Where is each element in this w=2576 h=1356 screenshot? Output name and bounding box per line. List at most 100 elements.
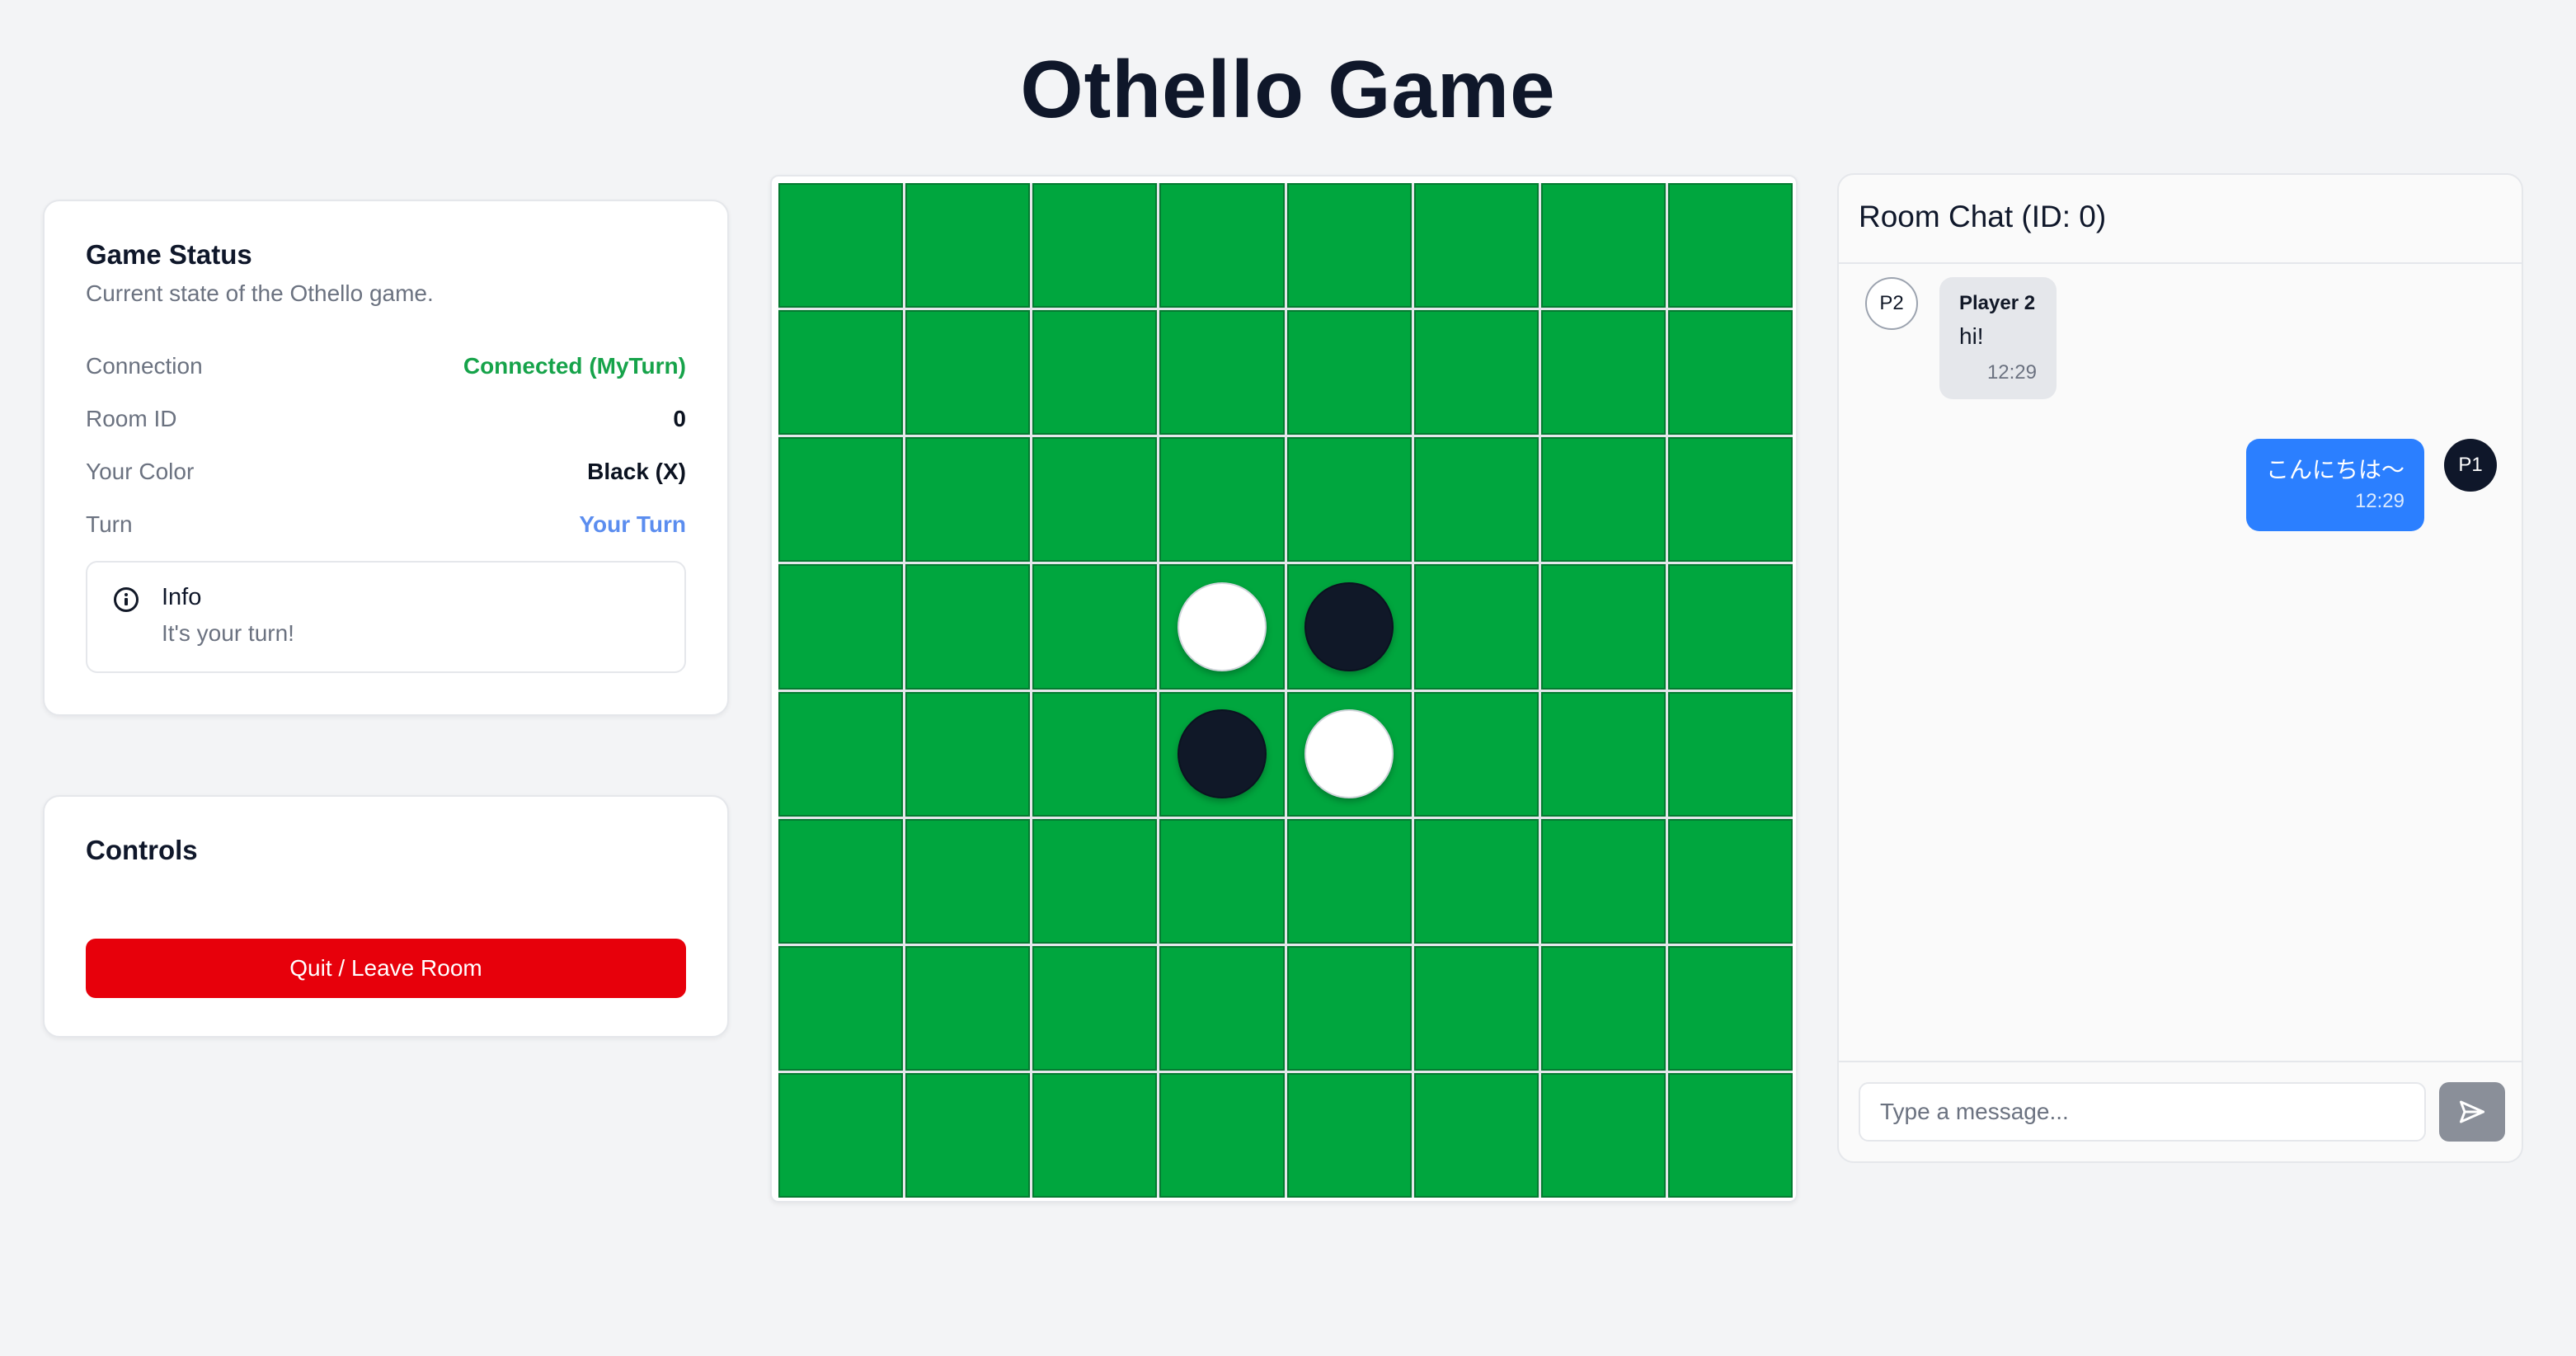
chat-message-incoming: Player 2 hi! 12:29 — [1939, 277, 2057, 399]
board-cell[interactable] — [1159, 691, 1285, 817]
board-cell[interactable] — [905, 1072, 1031, 1198]
your-color-label: Your Color — [86, 459, 195, 484]
board-cell[interactable] — [1032, 310, 1158, 436]
board-cell[interactable] — [1032, 564, 1158, 690]
board-cell[interactable] — [1286, 437, 1412, 563]
board-cell[interactable] — [1159, 564, 1285, 690]
board-cell[interactable] — [778, 945, 904, 1071]
black-disc — [1177, 709, 1267, 799]
board-cell[interactable] — [905, 183, 1031, 308]
game-status-title: Game Status — [86, 239, 252, 270]
othello-board-container — [770, 175, 1798, 1203]
send-icon — [2460, 1100, 2484, 1123]
turn-label: Turn — [86, 511, 133, 537]
info-text: It's your turn! — [162, 620, 294, 646]
controls-title: Controls — [86, 835, 198, 865]
message-time: 12:29 — [2354, 490, 2404, 512]
board-cell[interactable] — [1667, 945, 1793, 1071]
board-cell[interactable] — [1032, 818, 1158, 944]
black-disc — [1304, 581, 1394, 671]
board-cell[interactable] — [1667, 437, 1793, 563]
board-cell[interactable] — [778, 183, 904, 308]
room-id-label: Room ID — [86, 406, 177, 431]
board-cell[interactable] — [905, 691, 1031, 817]
board-cell[interactable] — [1032, 691, 1158, 817]
board-cell[interactable] — [1286, 945, 1412, 1071]
board-cell[interactable] — [1413, 818, 1539, 944]
board-cell[interactable] — [1413, 564, 1539, 690]
board-cell[interactable] — [1286, 818, 1412, 944]
board-cell[interactable] — [1159, 945, 1285, 1071]
board-cell[interactable] — [1540, 437, 1666, 563]
message-text: hi! — [1959, 323, 1984, 349]
othello-board — [778, 183, 1793, 1198]
board-cell[interactable] — [1540, 945, 1666, 1071]
quit-leave-room-button[interactable]: Quit / Leave Room — [86, 939, 686, 998]
info-circle-icon — [114, 587, 139, 612]
your-color-value: Black (X) — [587, 459, 686, 484]
board-cell[interactable] — [778, 1072, 904, 1198]
board-cell[interactable] — [1159, 1072, 1285, 1198]
board-cell[interactable] — [1667, 183, 1793, 308]
board-cell[interactable] — [1667, 818, 1793, 944]
board-cell[interactable] — [1159, 818, 1285, 944]
status-row-your-color: Your Color Black (X) — [86, 459, 686, 492]
board-cell[interactable] — [1286, 183, 1412, 308]
board-cell[interactable] — [1286, 310, 1412, 436]
board-cell[interactable] — [1413, 1072, 1539, 1198]
board-cell[interactable] — [905, 437, 1031, 563]
board-cell[interactable] — [905, 945, 1031, 1071]
board-cell[interactable] — [1286, 564, 1412, 690]
board-cell[interactable] — [905, 818, 1031, 944]
board-cell[interactable] — [1159, 310, 1285, 436]
board-cell[interactable] — [1667, 310, 1793, 436]
board-cell[interactable] — [1032, 945, 1158, 1071]
avatar-player-1: P1 — [2444, 439, 2497, 492]
board-cell[interactable] — [1540, 183, 1666, 308]
connection-label: Connection — [86, 353, 203, 379]
board-cell[interactable] — [1159, 437, 1285, 563]
board-cell[interactable] — [1413, 183, 1539, 308]
board-cell[interactable] — [1032, 1072, 1158, 1198]
page-title: Othello Game — [1020, 44, 1556, 134]
message-sender: Player 2 — [1959, 292, 2036, 314]
board-cell[interactable] — [778, 564, 904, 690]
board-cell[interactable] — [1413, 437, 1539, 563]
board-cell[interactable] — [1667, 1072, 1793, 1198]
room-id-value: 0 — [673, 406, 686, 431]
chat-header: Room Chat (ID: 0) — [1839, 175, 2522, 264]
white-disc — [1177, 581, 1267, 671]
status-row-connection: Connection Connected (MyTurn) — [86, 353, 686, 386]
board-cell[interactable] — [1159, 183, 1285, 308]
board-cell[interactable] — [778, 691, 904, 817]
board-cell[interactable] — [1413, 310, 1539, 436]
board-cell[interactable] — [778, 310, 904, 436]
board-cell[interactable] — [1286, 1072, 1412, 1198]
board-cell[interactable] — [1667, 691, 1793, 817]
board-cell[interactable] — [1413, 945, 1539, 1071]
game-status-subtitle: Current state of the Othello game. — [86, 280, 434, 306]
board-cell[interactable] — [1540, 818, 1666, 944]
board-cell[interactable] — [1286, 691, 1412, 817]
board-cell[interactable] — [905, 564, 1031, 690]
board-cell[interactable] — [778, 818, 904, 944]
board-cell[interactable] — [1413, 691, 1539, 817]
board-cell[interactable] — [1032, 183, 1158, 308]
chat-message-outgoing: こんにちは〜 12:29 — [2246, 439, 2424, 531]
message-text: こんにちは〜 — [2265, 457, 2404, 483]
send-button[interactable] — [2439, 1082, 2505, 1142]
avatar-player-2: P2 — [1865, 277, 1918, 330]
board-cell[interactable] — [1540, 691, 1666, 817]
board-cell[interactable] — [1667, 564, 1793, 690]
board-cell[interactable] — [905, 310, 1031, 436]
chat-message-input[interactable] — [1859, 1082, 2426, 1142]
board-cell[interactable] — [1540, 564, 1666, 690]
board-cell[interactable] — [1540, 1072, 1666, 1198]
info-alert: Info It's your turn! — [86, 561, 686, 673]
board-cell[interactable] — [1540, 310, 1666, 436]
board-cell[interactable] — [778, 437, 904, 563]
white-disc — [1304, 709, 1394, 799]
board-cell[interactable] — [1032, 437, 1158, 563]
chat-footer — [1839, 1061, 2522, 1161]
status-row-room-id: Room ID 0 — [86, 406, 686, 439]
